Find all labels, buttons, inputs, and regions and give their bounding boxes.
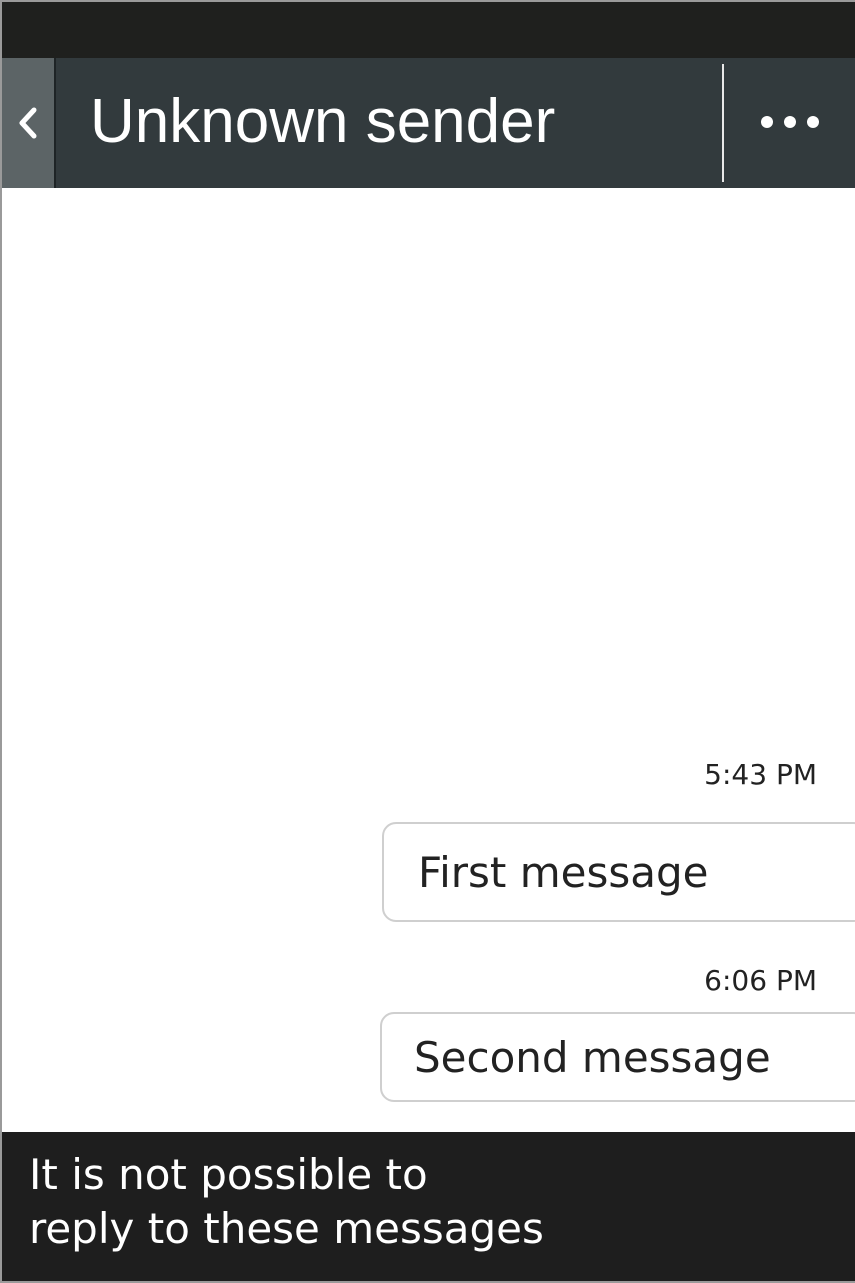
conversation-title: Unknown sender <box>90 87 556 156</box>
more-options-button[interactable] <box>724 58 855 188</box>
message-text: First message <box>418 847 709 897</box>
message-text: Second message <box>414 1032 771 1082</box>
message-timestamp: 5:43 PM <box>704 758 817 791</box>
reply-disabled-notice: It is not possible to reply to these mes… <box>2 1132 855 1281</box>
notice-line: It is not possible to <box>29 1150 428 1199</box>
message-bubble[interactable]: First message <box>382 822 855 922</box>
more-horizontal-icon <box>760 114 820 133</box>
message-bubble[interactable]: Second message <box>380 1012 855 1102</box>
notice-line: reply to these messages <box>29 1204 544 1253</box>
message-timestamp: 6:06 PM <box>704 964 817 997</box>
back-button[interactable] <box>2 58 56 188</box>
phone-screen: Unknown sender 5:43 PM First message 6:0… <box>0 0 855 1283</box>
status-bar <box>2 2 855 58</box>
chevron-left-icon <box>17 106 39 140</box>
conversation-header: Unknown sender <box>2 58 855 188</box>
